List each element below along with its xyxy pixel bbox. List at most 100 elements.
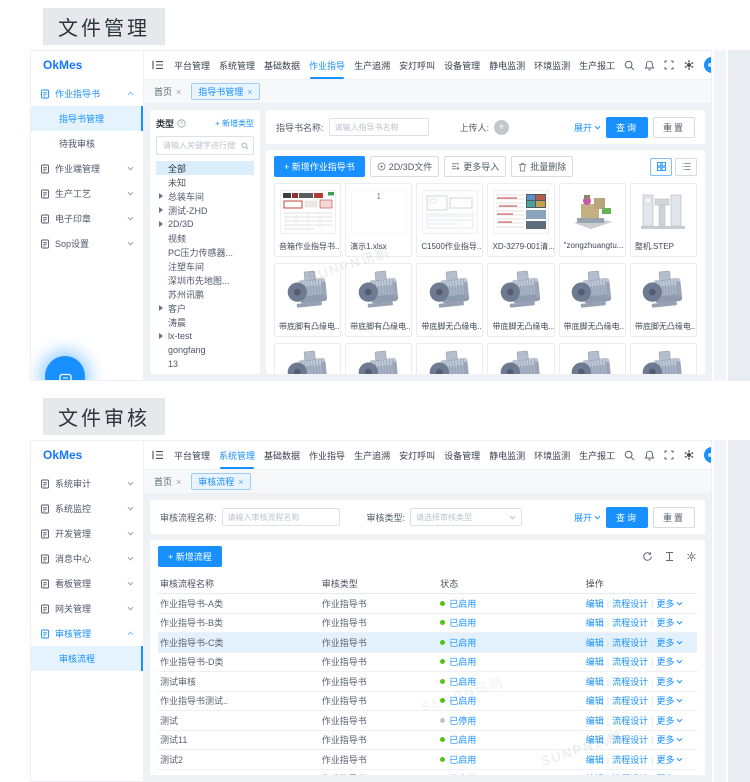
file-card[interactable]: 音箱作业指导书... xyxy=(274,183,341,257)
sidebar-item[interactable]: 作业端管理 xyxy=(31,156,143,181)
nav-item[interactable]: 系统管理 xyxy=(219,441,255,469)
flow-name-input[interactable] xyxy=(222,508,340,526)
nav-item[interactable]: 环境监测 xyxy=(534,51,570,79)
nav-item[interactable]: 生产报工 xyxy=(579,441,615,469)
category-search-input[interactable] xyxy=(161,140,238,151)
file-card[interactable]: 带底脚有凸缘电... xyxy=(274,343,341,374)
category-tree-item[interactable]: 测试-ZHD xyxy=(156,203,254,217)
category-tree-item[interactable]: 深圳市先地图... xyxy=(156,273,254,287)
search-button[interactable]: 查询 xyxy=(606,117,648,138)
flow-design-link[interactable]: 流程设计 xyxy=(612,774,648,775)
nav-item[interactable]: 平台管理 xyxy=(174,441,210,469)
file-card[interactable]: 1 演示1.xlsx xyxy=(345,183,412,257)
table-row[interactable]: 作业指导书测试.. 作业指导书 已启用 编辑|流程设计|更多 xyxy=(158,692,697,712)
nav-item[interactable]: 平台管理 xyxy=(174,51,210,79)
sidebar-item[interactable]: 生产工艺 xyxy=(31,181,143,206)
category-tree-item[interactable]: lx-test xyxy=(156,329,254,343)
nav-item[interactable]: 安灯呼叫 xyxy=(399,51,435,79)
nav-item[interactable]: 设备管理 xyxy=(444,441,480,469)
gear-icon[interactable] xyxy=(683,449,695,461)
nav-item[interactable]: 静电监测 xyxy=(489,441,525,469)
user-avatar[interactable] xyxy=(704,447,712,463)
sidebar-item[interactable]: 网关管理 xyxy=(31,596,143,621)
more-link[interactable]: 更多 xyxy=(657,694,683,707)
nav-item[interactable]: 生产追溯 xyxy=(354,441,390,469)
more-link[interactable]: 更多 xyxy=(657,616,683,629)
audit-type-select[interactable]: 请选择审核类型 xyxy=(410,508,522,526)
uploader-select-avatar[interactable]: + xyxy=(494,120,509,135)
file-card[interactable]: 带底脚无凸缘电... xyxy=(416,263,483,337)
table-row[interactable]: 作业指导书-D类 作业指导书 已启用 编辑|流程设计|更多 xyxy=(158,653,697,673)
nav-item[interactable]: 生产追溯 xyxy=(354,51,390,79)
sidebar-item[interactable]: 系统审计 xyxy=(31,471,143,496)
file-card[interactable]: XD-3279-001清... xyxy=(487,183,554,257)
more-link[interactable]: 更多 xyxy=(657,597,683,610)
batch-delete-button[interactable]: 批量删除 xyxy=(511,156,573,177)
bell-icon[interactable] xyxy=(644,60,655,71)
2d3d-file-button[interactable]: 2D/3D文件 xyxy=(370,156,440,177)
user-avatar[interactable] xyxy=(704,57,712,73)
flow-design-link[interactable]: 流程设计 xyxy=(612,755,648,765)
flow-design-link[interactable]: 流程设计 xyxy=(612,696,648,706)
close-icon[interactable]: × xyxy=(238,477,243,487)
table-row[interactable]: 作业指导书-C类 作业指导书 已启用 编辑|流程设计|更多 xyxy=(158,633,697,653)
category-tree-item[interactable]: 视频 xyxy=(156,231,254,245)
flow-design-link[interactable]: 流程设计 xyxy=(612,716,648,726)
tab-guide-management[interactable]: 指导书管理× xyxy=(191,83,259,100)
file-card[interactable]: 带底脚无凸缘电... xyxy=(559,343,626,374)
guide-name-input[interactable] xyxy=(329,118,429,136)
table-row[interactable]: 作业指导书-A类 作业指导书 已启用 编辑|流程设计|更多 xyxy=(158,594,697,614)
more-link[interactable]: 更多 xyxy=(657,655,683,668)
sidebar-item[interactable]: 电子印章 xyxy=(31,206,143,231)
nav-item[interactable]: 系统管理 xyxy=(219,51,255,79)
search-icon[interactable] xyxy=(624,450,635,461)
sidebar-item[interactable]: 看板管理 xyxy=(31,571,143,596)
expand-toggle[interactable]: 展开 xyxy=(574,121,601,134)
search-icon[interactable] xyxy=(624,60,635,71)
collapse-menu-icon[interactable] xyxy=(152,450,164,460)
table-row[interactable]: 测试11 作业指导书 已启用 编辑|流程设计|更多 xyxy=(158,731,697,751)
sidebar-item[interactable]: 系统监控 xyxy=(31,496,143,521)
flow-design-link[interactable]: 流程设计 xyxy=(612,638,648,648)
table-row[interactable]: 作业指导书-B类 作业指导书 已启用 编辑|流程设计|更多 xyxy=(158,614,697,634)
bell-icon[interactable] xyxy=(644,450,655,461)
file-card[interactable]: 整机.STEP xyxy=(630,183,697,257)
more-link[interactable]: 更多 xyxy=(657,772,683,775)
tab-home[interactable]: 首页× xyxy=(154,85,181,98)
category-tree-item[interactable]: 注塑车间 xyxy=(156,259,254,273)
sidebar-item[interactable]: 指导书管理 xyxy=(31,106,143,131)
category-tree-item[interactable]: 客户 xyxy=(156,301,254,315)
close-icon[interactable]: × xyxy=(247,87,252,97)
category-tree-item[interactable]: 涛晨 xyxy=(156,315,254,329)
category-tree-item[interactable]: 未知 xyxy=(156,175,254,189)
reset-button[interactable]: 重置 xyxy=(653,117,695,138)
nav-item[interactable]: 静电监测 xyxy=(489,51,525,79)
flow-design-link[interactable]: 流程设计 xyxy=(612,599,648,609)
category-search-box[interactable] xyxy=(156,136,254,155)
more-link[interactable]: 更多 xyxy=(657,675,683,688)
reset-button[interactable]: 重置 xyxy=(653,507,695,528)
add-guide-button[interactable]: + 新增作业指导书 xyxy=(274,156,365,177)
category-tree-item[interactable]: 全部 xyxy=(156,161,254,175)
file-card[interactable]: 带底脚无凸缘电... xyxy=(630,343,697,374)
edit-link[interactable]: 编辑 xyxy=(586,599,604,609)
table-row[interactable]: 测试2 作业指导书 已启用 编辑|流程设计|更多 xyxy=(158,750,697,770)
edit-link[interactable]: 编辑 xyxy=(586,677,604,687)
sidebar-item[interactable]: 审核管理 xyxy=(31,621,143,646)
edit-link[interactable]: 编辑 xyxy=(586,696,604,706)
more-link[interactable]: 更多 xyxy=(657,714,683,727)
add-category-button[interactable]: + 新增类型 xyxy=(215,118,254,129)
more-link[interactable]: 更多 xyxy=(657,733,683,746)
table-row[interactable]: ZYSH 作业指导书 已启用 编辑|流程设计|更多 xyxy=(158,770,697,776)
file-card[interactable]: 带底脚有凸缘电... xyxy=(345,263,412,337)
nav-item[interactable]: 作业指导 xyxy=(309,51,345,79)
nav-item[interactable]: 作业指导 xyxy=(309,441,345,469)
grid-view-toggle[interactable] xyxy=(650,158,672,176)
category-tree-item[interactable]: 13 xyxy=(156,357,254,367)
edit-link[interactable]: 编辑 xyxy=(586,716,604,726)
flow-design-link[interactable]: 流程设计 xyxy=(612,735,648,745)
file-card[interactable]: 带底脚无凸缘电... xyxy=(559,263,626,337)
close-icon[interactable]: × xyxy=(176,87,181,97)
table-row[interactable]: 测试 作业指导书 已停用 编辑|流程设计|更多 xyxy=(158,711,697,731)
edit-link[interactable]: 编辑 xyxy=(586,657,604,667)
